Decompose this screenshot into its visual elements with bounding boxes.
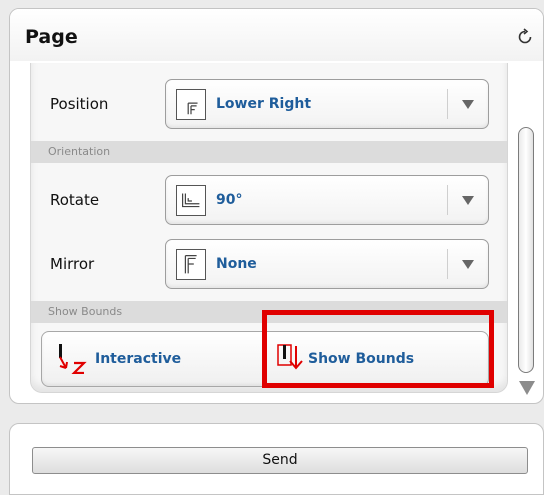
send-button[interactable]: Send bbox=[32, 447, 528, 474]
bounds-button-group: Interactive Show Bounds bbox=[41, 331, 489, 387]
dropdown-separator bbox=[447, 89, 448, 119]
send-panel: Send bbox=[9, 423, 544, 495]
scroll-thumb[interactable] bbox=[518, 127, 534, 373]
orientation-section-header: Orientation bbox=[31, 141, 507, 163]
chevron-down-icon bbox=[462, 196, 474, 205]
mirror-value: None bbox=[216, 256, 257, 272]
mirror-label: Mirror bbox=[50, 255, 95, 273]
show-bounds-button[interactable]: Show Bounds bbox=[266, 332, 488, 386]
panel-header: Page bbox=[10, 9, 543, 61]
mirror-dropdown[interactable]: None bbox=[165, 239, 489, 289]
show-bounds-section-header: Show Bounds bbox=[31, 301, 507, 323]
rotate-90-icon bbox=[176, 185, 206, 216]
interactive-label: Interactive bbox=[95, 351, 182, 367]
rotate-value: 90° bbox=[216, 192, 243, 208]
show-bounds-label: Show Bounds bbox=[308, 351, 415, 367]
position-lower-right-icon bbox=[176, 89, 206, 120]
dropdown-separator bbox=[447, 249, 448, 279]
interactive-icon bbox=[59, 344, 87, 374]
position-value: Lower Right bbox=[216, 96, 312, 112]
scroll-down-arrow-icon[interactable] bbox=[519, 381, 535, 395]
interactive-button[interactable]: Interactive bbox=[42, 332, 262, 386]
rotate-label: Rotate bbox=[50, 191, 100, 209]
dropdown-separator bbox=[447, 185, 448, 215]
refresh-icon[interactable] bbox=[515, 27, 535, 47]
panel-title: Page bbox=[25, 26, 78, 48]
mirror-none-icon bbox=[176, 249, 206, 280]
scrollbar[interactable] bbox=[515, 79, 539, 397]
position-dropdown[interactable]: Lower Right bbox=[165, 79, 489, 129]
chevron-down-icon bbox=[462, 100, 474, 109]
page-panel: Page Position Lower Right Orientation Ro… bbox=[9, 8, 544, 404]
show-bounds-icon bbox=[277, 344, 303, 370]
rotate-dropdown[interactable]: 90° bbox=[165, 175, 489, 225]
position-label: Position bbox=[50, 95, 109, 113]
page-settings-content: Position Lower Right Orientation Rotate … bbox=[30, 63, 508, 393]
chevron-down-icon bbox=[462, 260, 474, 269]
